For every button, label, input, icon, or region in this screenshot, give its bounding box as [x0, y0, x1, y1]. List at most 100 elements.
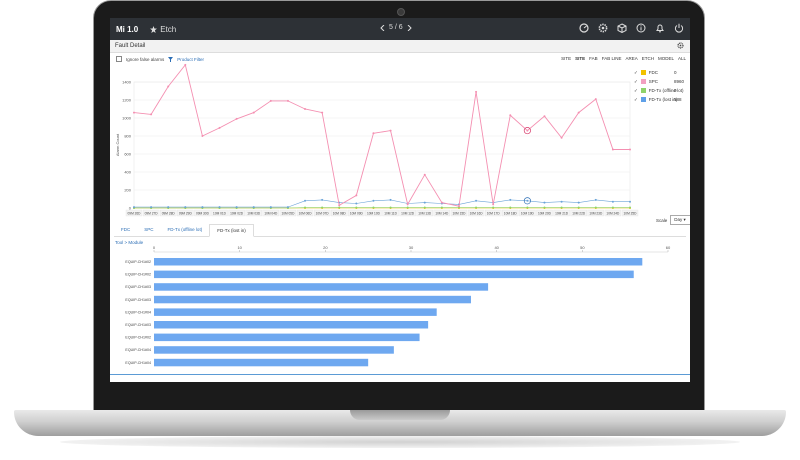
data-point [492, 206, 495, 209]
bar [154, 308, 437, 316]
x-tick-label: 09M 30D [196, 211, 210, 215]
data-point [577, 111, 580, 114]
bar [154, 346, 394, 354]
data-point [321, 198, 324, 201]
tab-spc[interactable]: SPC [137, 224, 160, 236]
data-point [286, 206, 289, 209]
app-header: Mi 1.0 Etch 5 / 6 [110, 18, 690, 40]
data-point [475, 206, 478, 209]
bar-category-label: EQUIP-CH1#04 [125, 348, 151, 352]
data-point [526, 199, 529, 202]
x-tick-label: 10M 16D [470, 211, 484, 215]
data-point [611, 148, 614, 151]
data-point [150, 113, 153, 116]
x-tick-label: 10M 07D [316, 211, 330, 215]
legend-value: 0 [674, 88, 677, 93]
alarm-line-chart: 0 200 400 600 800 1000 1200 1400 Alarm Count 09M … [115, 63, 639, 217]
data-point [577, 206, 580, 209]
divider [110, 374, 690, 375]
legend-item[interactable]: ✓ FD-Tx (lost in) 588 [634, 95, 683, 104]
data-point [406, 203, 409, 206]
bar-category-label: EQUIP-CH1#02 [125, 260, 151, 264]
data-point [594, 206, 597, 209]
data-point [304, 108, 307, 110]
data-point [423, 173, 426, 176]
bar [154, 270, 634, 279]
legend-label: SPC [648, 79, 659, 84]
legend-label: FDC [648, 70, 659, 75]
data-point [543, 115, 546, 118]
data-point [475, 199, 478, 202]
tab-fdtx-offline[interactable]: FD-Tx (offline lot) [161, 224, 210, 236]
panel-titlebar: Fault Detail [110, 40, 690, 53]
data-point [389, 129, 392, 132]
bell-icon[interactable] [655, 23, 665, 33]
checkbox-icon: ✓ [634, 96, 638, 102]
data-point [338, 204, 341, 207]
cube-icon[interactable] [617, 23, 627, 34]
x-tick-label: 10M 19D [521, 211, 535, 215]
checkbox-icon: ✓ [634, 87, 638, 93]
data-point [543, 206, 546, 209]
data-point [389, 198, 392, 201]
legend-swatch [640, 70, 646, 75]
x-tick-label: 10M 06D [299, 211, 313, 215]
x-tick-label: 09M 26D [128, 211, 142, 215]
x-tick-label: 10M 21D [555, 211, 569, 215]
page-title: Fault Detail [115, 43, 146, 49]
x-tick-label: 10M 12D [401, 211, 415, 215]
app-screen: Mi 1.0 Etch 5 / 6 Fault Detail Ignore fa… [110, 18, 690, 382]
data-point [457, 205, 460, 208]
legend-item[interactable]: ✓ FDC 0 [634, 68, 683, 77]
laptop-notch [350, 410, 450, 420]
bar [154, 283, 489, 291]
tab-fdtx-lost[interactable]: FD-Tx (lost in) [209, 224, 254, 237]
y-tick-label: 1400 [122, 80, 132, 85]
x-tick-label: 10M 23D [589, 211, 603, 215]
series-line [133, 63, 630, 207]
legend-item[interactable]: ✓ SPC 8960 [634, 77, 684, 86]
data-point [492, 203, 495, 206]
data-point [372, 199, 375, 202]
dashboard-icon[interactable] [579, 23, 589, 33]
x-tick-label: 10M 03D [247, 211, 261, 215]
tab-fdc[interactable]: FDC [114, 224, 137, 236]
y-tick-label: 1200 [122, 98, 132, 103]
x-tick-label: 10M 15D [452, 211, 466, 215]
chevron-left-icon[interactable] [380, 24, 385, 31]
data-point [269, 206, 272, 209]
pager-text: 5 / 6 [389, 24, 403, 31]
laptop-shadow [60, 436, 740, 448]
y-tick-label: 200 [124, 188, 131, 193]
bar-category-label: EQUIP-CH1#02 [125, 273, 151, 277]
data-point [321, 111, 324, 114]
data-point [252, 206, 255, 209]
data-point [509, 206, 512, 209]
site-selector-button[interactable]: Etch [150, 25, 176, 34]
bar-category-label: EQUIP-CH1#03 [125, 285, 151, 289]
data-point [235, 206, 238, 209]
x-tick-label: 10M 09D [350, 211, 364, 215]
data-point [150, 206, 153, 209]
x-tick-label: 10 [237, 245, 242, 250]
data-point [167, 85, 170, 88]
data-point [594, 198, 597, 201]
legend-label: FD-Tx (offline lot) [648, 88, 684, 93]
data-point [389, 206, 392, 209]
data-point [201, 206, 204, 209]
chevron-right-icon[interactable] [407, 24, 412, 31]
info-icon[interactable] [636, 23, 646, 33]
data-point [304, 206, 307, 209]
site-selector-label: Etch [160, 24, 177, 34]
settings-icon[interactable] [598, 23, 608, 33]
y-axis-label: Alarm Count [115, 133, 120, 156]
x-tick-label: 10M 08D [333, 211, 347, 215]
bar [154, 333, 420, 342]
logout-icon[interactable] [674, 23, 684, 33]
bar [154, 358, 369, 367]
bar-category-label: EQUIP-CH1#04 [125, 310, 151, 314]
legend-item[interactable]: ✓ FD-Tx (offline lot) 0 [634, 86, 683, 95]
data-point [611, 206, 614, 209]
data-point [133, 111, 135, 114]
panel-settings-icon[interactable] [677, 42, 684, 49]
